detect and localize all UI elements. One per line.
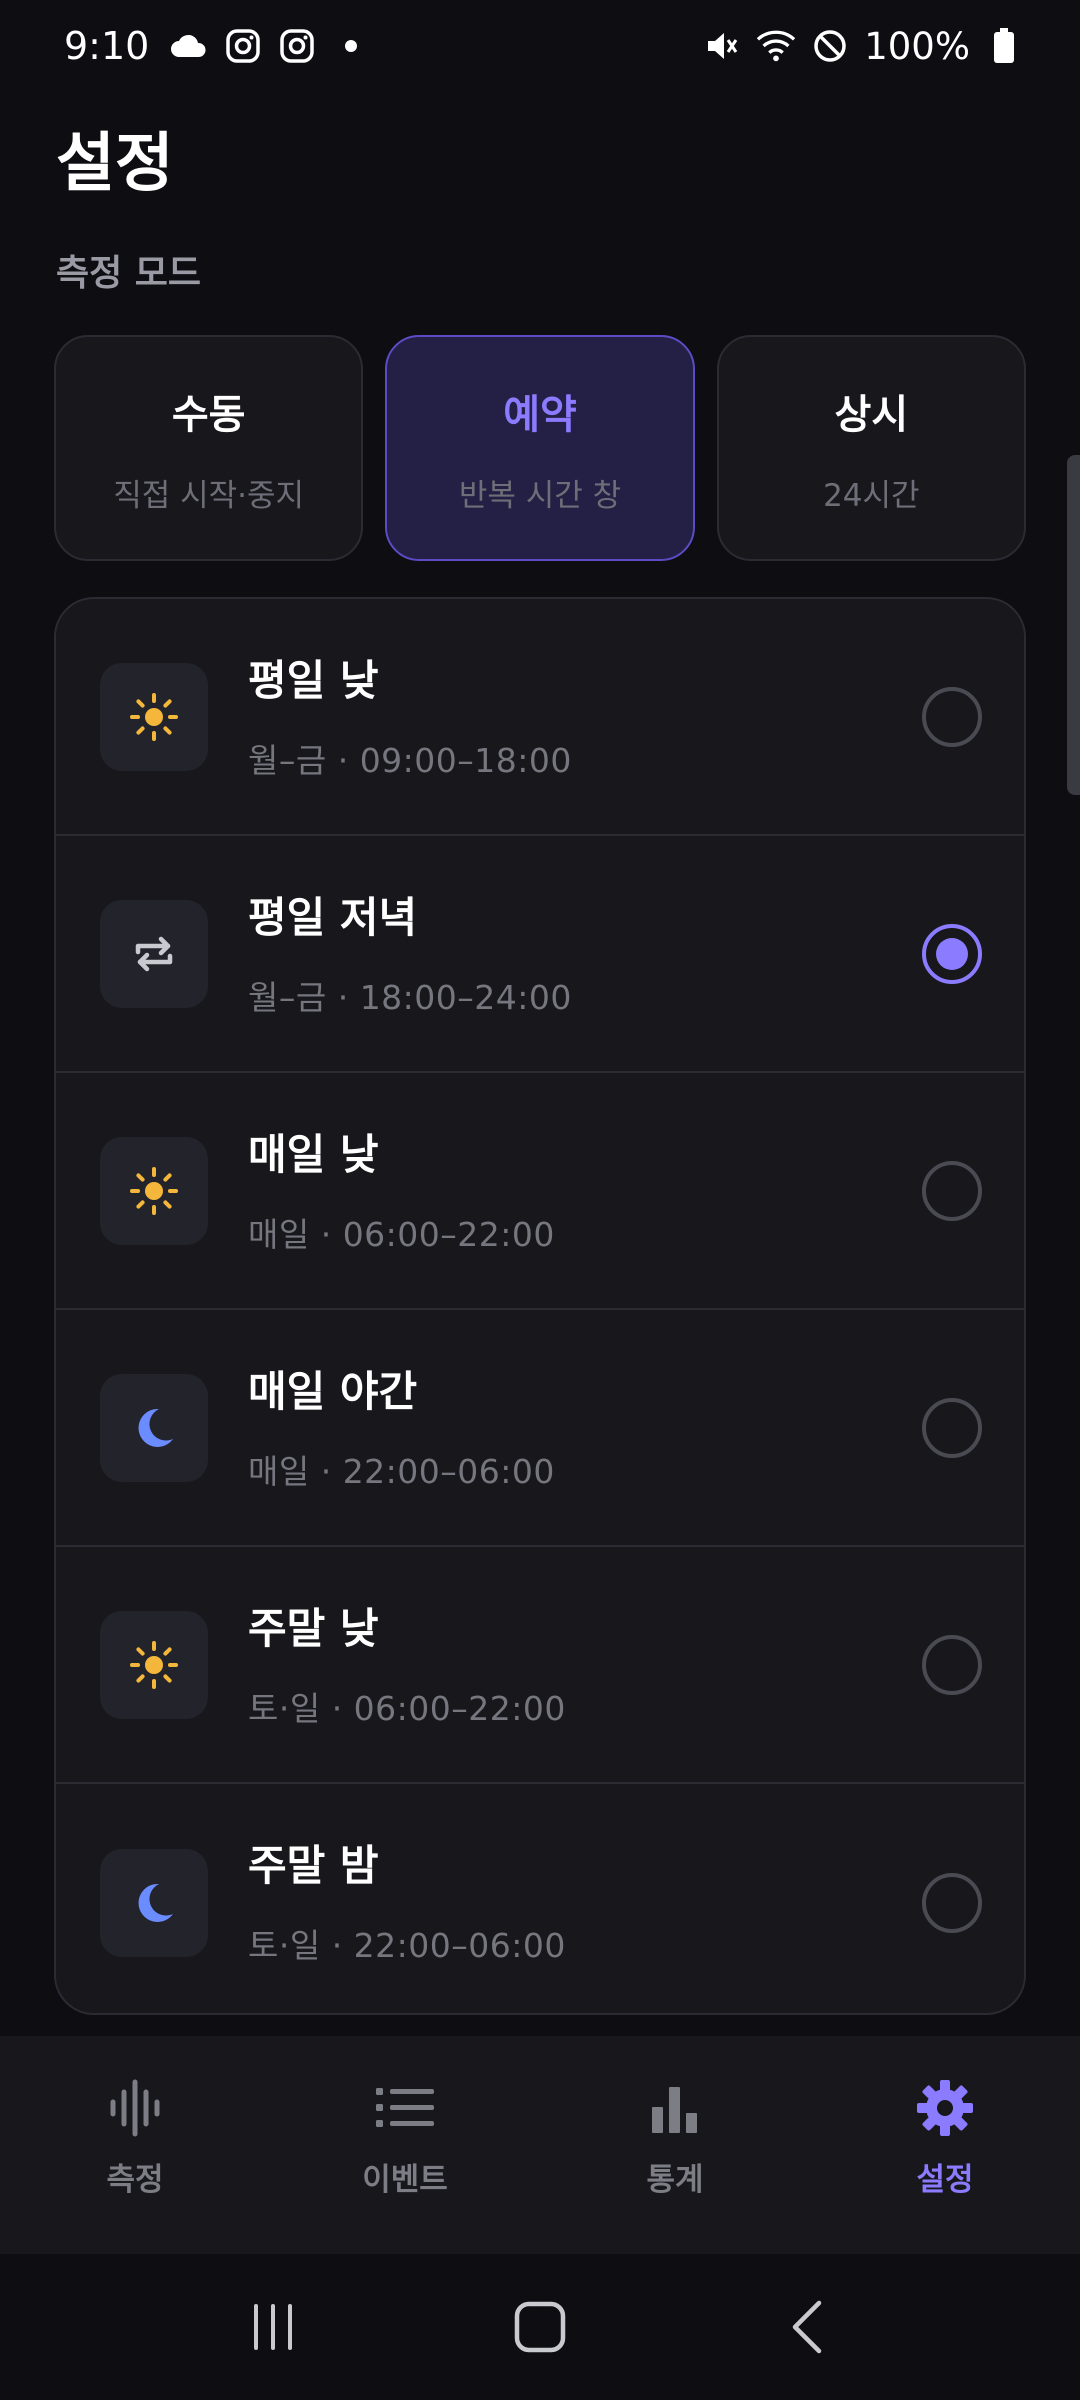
sun-icon	[100, 1610, 208, 1719]
moon-icon	[100, 1373, 208, 1482]
nav-item-settings[interactable]: 설정	[810, 2036, 1080, 2254]
schedule-title: 평일 저녁	[248, 893, 418, 942]
home-button[interactable]	[500, 2287, 580, 2367]
schedule-item[interactable]: 평일 낮 월–금 · 09:00–18:00	[56, 599, 1024, 836]
nav-item-stats[interactable]: 통계	[540, 2036, 810, 2254]
wifi-icon	[756, 26, 796, 66]
bottom-nav: 측정 이벤트 통계 설정	[0, 2036, 1080, 2254]
mode-card-manual[interactable]: 수동 직접 시작·중지	[54, 335, 364, 561]
nav-item-events[interactable]: 이벤트	[270, 2036, 540, 2254]
schedule-item[interactable]: 매일 야간 매일 · 22:00–06:00	[56, 1310, 1024, 1547]
schedule-radio-selected[interactable]	[922, 923, 982, 984]
schedule-item[interactable]: 주말 밤 토·일 · 22:00–06:00	[56, 1784, 1024, 2013]
page-title: 설정	[56, 127, 174, 201]
schedule-time: 월–금 · 09:00–18:00	[248, 741, 572, 780]
schedule-radio[interactable]	[922, 686, 982, 747]
mode-title: 수동	[171, 391, 246, 438]
schedule-item[interactable]: 주말 낮 토·일 · 06:00–22:00	[56, 1547, 1024, 1784]
schedule-title: 주말 밤	[248, 1841, 379, 1890]
back-button[interactable]	[767, 2287, 847, 2367]
scrollbar-thumb[interactable]	[1067, 455, 1080, 795]
schedule-item[interactable]: 평일 저녁 월–금 · 18:00–24:00	[56, 836, 1024, 1073]
mode-selector: 수동 직접 시작·중지 예약 반복 시간 창 상시 24시간	[54, 335, 1026, 561]
section-label: 측정 모드	[56, 253, 202, 294]
system-nav-bar	[0, 2254, 1080, 2400]
schedule-time: 매일 · 06:00–22:00	[248, 1215, 555, 1254]
repeat-icon	[100, 899, 208, 1008]
schedule-time: 월–금 · 18:00–24:00	[248, 978, 572, 1017]
status-bar: 9:10 100%	[0, 0, 1080, 92]
schedule-time: 토·일 · 06:00–22:00	[248, 1689, 566, 1728]
list-icon	[373, 2076, 437, 2140]
mode-card-scheduled[interactable]: 예약 반복 시간 창	[385, 335, 695, 561]
schedule-title: 평일 낮	[248, 656, 379, 705]
do-not-disturb-icon	[810, 26, 850, 66]
schedule-title: 주말 낮	[248, 1604, 379, 1653]
mode-card-always[interactable]: 상시 24시간	[716, 335, 1026, 561]
nav-label: 통계	[646, 2162, 704, 2198]
mode-subtitle: 반복 시간 창	[458, 477, 622, 514]
schedule-radio[interactable]	[922, 1634, 982, 1695]
instagram-icon	[277, 26, 317, 66]
mode-title: 상시	[834, 391, 909, 438]
gear-icon	[913, 2076, 977, 2140]
nav-label: 측정	[106, 2162, 164, 2198]
bar-chart-icon	[643, 2076, 707, 2140]
battery-icon	[984, 26, 1024, 66]
schedule-time: 매일 · 22:00–06:00	[248, 1452, 555, 1491]
notification-dot-icon	[331, 26, 371, 66]
mode-subtitle: 직접 시작·중지	[113, 477, 305, 514]
mode-title: 예약	[503, 391, 577, 438]
schedule-title: 매일 야간	[248, 1367, 418, 1416]
mode-subtitle: 24시간	[823, 477, 920, 514]
schedule-time: 토·일 · 22:00–06:00	[248, 1926, 566, 1965]
sun-icon	[100, 662, 208, 771]
nav-label: 설정	[916, 2162, 974, 2198]
nav-item-measure[interactable]: 측정	[0, 2036, 270, 2254]
cloud-icon	[169, 26, 209, 66]
recent-apps-button[interactable]	[233, 2287, 313, 2367]
waveform-icon	[103, 2076, 167, 2140]
sun-icon	[100, 1136, 208, 1245]
mute-icon	[702, 26, 742, 66]
schedule-list: 평일 낮 월–금 · 09:00–18:00 평일 저녁 월–금 · 18:00…	[54, 597, 1026, 2015]
schedule-radio[interactable]	[922, 1160, 982, 1221]
schedule-title: 매일 낮	[248, 1130, 379, 1179]
schedule-item[interactable]: 매일 낮 매일 · 06:00–22:00	[56, 1073, 1024, 1310]
schedule-radio[interactable]	[922, 1397, 982, 1458]
schedule-radio[interactable]	[922, 1872, 982, 1933]
battery-percent: 100%	[864, 24, 970, 68]
moon-icon	[100, 1848, 208, 1957]
status-time: 9:10	[64, 24, 150, 68]
instagram-icon	[223, 26, 263, 66]
nav-label: 이벤트	[362, 2162, 448, 2198]
